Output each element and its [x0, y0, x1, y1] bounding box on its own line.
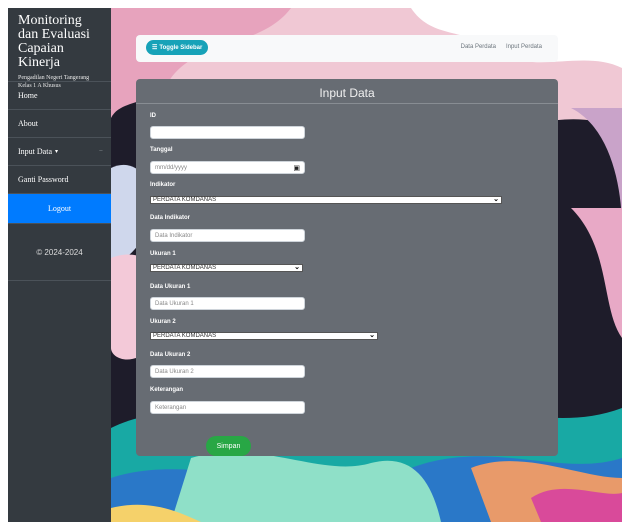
ukuran1-selected-value: PERDATA KOMDANAS — [153, 265, 217, 271]
tanggal-placeholder: mm/dd/yyyy — [155, 164, 188, 171]
sidebar-item-label: Ganti Password — [18, 175, 69, 184]
sidebar-item-input-data[interactable]: Input Data ▾ − — [8, 138, 111, 166]
sidebar-item-label: Input Data — [18, 147, 52, 156]
nav-link-data-perdata[interactable]: Data Perdata — [461, 44, 496, 50]
data-ukuran2-placeholder: Data Ukuran 2 — [155, 368, 194, 375]
data-ukuran1-label: Data Ukuran 1 — [150, 284, 191, 290]
ukuran1-label: Ukuran 1 — [150, 251, 176, 257]
sidebar-item-home[interactable]: Home — [8, 82, 111, 110]
toggle-sidebar-button[interactable]: ☰ Toggle Sidebar — [146, 40, 209, 55]
menu-icon: ☰ — [152, 45, 158, 51]
sidebar-item-ganti-password[interactable]: Ganti Password — [8, 166, 111, 194]
calendar-icon[interactable]: ▣ — [293, 164, 300, 172]
data-ukuran1-input[interactable]: Data Ukuran 1 — [150, 297, 305, 310]
id-input[interactable] — [150, 126, 305, 139]
data-ukuran2-label: Data Ukuran 2 — [150, 352, 191, 358]
chevron-down-icon: ⌄ — [369, 332, 375, 339]
data-indikator-label: Data Indikator — [150, 215, 191, 221]
data-indikator-placeholder: Data Indikator — [155, 232, 193, 239]
sidebar-item-logout[interactable]: Logout — [8, 194, 111, 224]
top-nav-links: Data Perdata Input Perdata — [461, 44, 542, 50]
id-label: ID — [150, 113, 156, 119]
keterangan-placeholder: Keterangan — [155, 404, 187, 411]
app-title: Monitoring dan Evaluasi Capaian Kinerja — [18, 13, 90, 70]
chevron-down-icon: ⌄ — [294, 264, 300, 271]
indikator-label: Indikator — [150, 182, 176, 188]
toggle-sidebar-label: Toggle Sidebar — [159, 44, 203, 51]
ukuran2-select[interactable]: PERDATA KOMDANAS ⌄ — [150, 332, 378, 340]
sidebar-item-label: Logout — [47, 204, 72, 213]
input-data-form: Input Data ID Tanggal mm/dd/yyyy ▣ Indik… — [136, 79, 558, 456]
ukuran2-selected-value: PERDATA KOMDANAS — [153, 333, 217, 339]
tanggal-label: Tanggal — [150, 147, 173, 153]
ukuran2-label: Ukuran 2 — [150, 319, 176, 325]
sidebar-brand: Monitoring dan Evaluasi Capaian Kinerja … — [8, 8, 111, 89]
copyright: © 2024-2024 — [8, 224, 111, 281]
top-navbar: ☰ Toggle Sidebar Data Perdata Input Perd… — [136, 35, 558, 62]
data-indikator-input[interactable]: Data Indikator — [150, 229, 305, 242]
chevron-down-icon: ▾ — [55, 149, 59, 155]
simpan-button[interactable]: Simpan — [206, 436, 251, 456]
data-ukuran2-input[interactable]: Data Ukuran 2 — [150, 365, 305, 378]
sidebar-item-label: Home — [18, 91, 38, 100]
nav-link-input-perdata[interactable]: Input Perdata — [506, 44, 542, 50]
divider — [136, 103, 558, 104]
keterangan-input[interactable]: Keterangan — [150, 401, 305, 414]
form-title: Input Data — [319, 86, 375, 100]
data-ukuran1-placeholder: Data Ukuran 1 — [155, 300, 194, 307]
ukuran1-select[interactable]: PERDATA KOMDANAS ⌄ — [150, 264, 303, 272]
chevron-down-icon: ⌄ — [493, 196, 499, 203]
tanggal-date-input[interactable]: mm/dd/yyyy ▣ — [150, 161, 305, 174]
sidebar: Monitoring dan Evaluasi Capaian Kinerja … — [8, 8, 111, 522]
sidebar-item-label: About — [18, 119, 38, 128]
app-window: Monitoring dan Evaluasi Capaian Kinerja … — [8, 8, 622, 522]
keterangan-label: Keterangan — [150, 387, 184, 393]
minus-icon: − — [99, 147, 103, 155]
sidebar-item-about[interactable]: About — [8, 110, 111, 138]
indikator-select[interactable]: PERDATA KOMDANAS ⌄ — [150, 196, 502, 204]
indikator-selected-value: PERDATA KOMDANAS — [153, 197, 217, 203]
